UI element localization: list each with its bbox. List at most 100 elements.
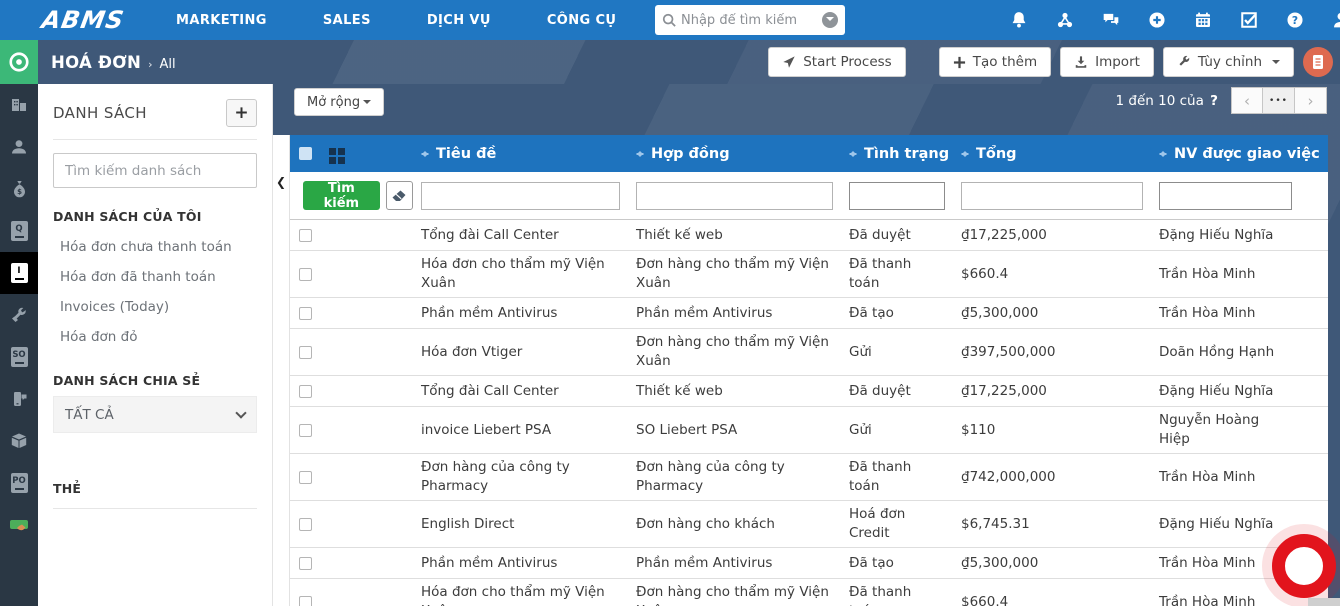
- rail-item-organizations[interactable]: [0, 84, 38, 126]
- module-app-tile[interactable]: [0, 40, 38, 84]
- list-item-invoices-today[interactable]: Invoices (Today): [53, 292, 257, 322]
- rail-item-sales-orders[interactable]: SO: [0, 336, 38, 378]
- row-checkbox[interactable]: [298, 556, 312, 570]
- rail-item-purchase-orders[interactable]: PO: [0, 462, 38, 504]
- cell-contract: Phần mềm Antivirus: [636, 304, 773, 321]
- menu-tools[interactable]: CÔNG CỤ: [547, 1, 617, 40]
- rail-item-services[interactable]: [0, 294, 38, 336]
- expand-dropdown-button[interactable]: Mở rộng: [294, 88, 385, 116]
- cell-contract: SO Liebert PSA: [636, 421, 738, 438]
- filter-input-status[interactable]: [849, 181, 945, 210]
- row-checkbox[interactable]: [298, 228, 312, 242]
- list-item-unpaid-invoices[interactable]: Hóa đơn chưa thanh toán: [53, 232, 257, 262]
- rail-item-deals[interactable]: [0, 504, 38, 546]
- add-list-button[interactable]: +: [226, 99, 257, 127]
- cell-assignee: Đặng Hiếu Nghĩa: [1159, 382, 1274, 399]
- rail-item-quotes[interactable]: Q: [0, 210, 38, 252]
- tags-heading: THẺ: [53, 481, 82, 496]
- cell-assignee: Trần Hòa Minh: [1159, 265, 1256, 282]
- prev-page-button[interactable]: ‹: [1231, 87, 1263, 114]
- global-search[interactable]: [655, 5, 845, 35]
- bell-icon[interactable]: [1010, 11, 1028, 29]
- list-item-red-invoices[interactable]: Hóa đơn đỏ: [53, 322, 257, 352]
- filter-input-total[interactable]: [961, 181, 1143, 210]
- column-header-assignee[interactable]: NV được giao việc: [1151, 146, 1340, 162]
- menu-marketing[interactable]: MARKETING: [176, 1, 267, 40]
- quick-create-icon[interactable]: [1148, 11, 1166, 29]
- start-process-button[interactable]: Start Process: [768, 47, 906, 77]
- breadcrumb-view[interactable]: All: [159, 57, 175, 72]
- row-checkbox[interactable]: [298, 267, 312, 281]
- more-pages-button[interactable]: •••: [1263, 87, 1295, 114]
- search-scope-caret-icon[interactable]: [822, 12, 838, 28]
- row-checkbox[interactable]: [298, 345, 312, 359]
- column-header-contract[interactable]: Hợp đồng: [628, 146, 841, 162]
- select-all-checkbox[interactable]: [298, 147, 312, 160]
- table-row[interactable]: Tổng đài Call Center Thiết kế web Đã duy…: [290, 376, 1328, 407]
- tasks-icon[interactable]: [1240, 11, 1258, 29]
- help-icon[interactable]: ?: [1286, 11, 1304, 29]
- row-checkbox[interactable]: [298, 306, 312, 320]
- row-checkbox[interactable]: [298, 517, 312, 531]
- rail-item-invoices[interactable]: I: [0, 252, 38, 294]
- table-row[interactable]: English Direct Đơn hàng cho khách Hoá đơ…: [290, 501, 1328, 548]
- table-row[interactable]: Phần mềm Antivirus Phần mềm Antivirus Đã…: [290, 548, 1328, 579]
- shared-lists-filter-dropdown[interactable]: TẤT CẢ: [53, 396, 257, 433]
- cell-total: ₫5,300,000: [961, 554, 1039, 571]
- module-rail: $ Q I SO PO: [0, 84, 38, 606]
- customize-button[interactable]: Tùy chỉnh: [1162, 47, 1294, 77]
- cell-contract: Phần mềm Antivirus: [636, 554, 773, 571]
- table-row[interactable]: Hóa đơn cho thẩm mỹ Viện Xuân Đơn hàng c…: [290, 579, 1328, 606]
- rail-item-sms-notifier[interactable]: [0, 378, 38, 420]
- filter-input-assignee[interactable]: [1159, 181, 1292, 210]
- building-icon: [12, 99, 26, 111]
- cell-contract: Đơn hàng cho thẩm mỹ Viện Xuân: [636, 334, 829, 369]
- create-button[interactable]: Tạo thêm: [938, 47, 1052, 77]
- row-checkbox[interactable]: [298, 470, 312, 484]
- filter-input-contract[interactable]: [636, 181, 833, 210]
- table-row[interactable]: Tổng đài Call Center Thiết kế web Đã duy…: [290, 220, 1328, 251]
- module-actions: Start Process Tạo thêm Import Tùy chỉnh: [768, 47, 1333, 77]
- menu-sales[interactable]: SALES: [323, 1, 371, 40]
- grid-view-icon[interactable]: [329, 148, 345, 164]
- row-checkbox[interactable]: [298, 423, 312, 437]
- money-bag-icon: $: [13, 181, 25, 198]
- user-icon[interactable]: [1332, 11, 1340, 29]
- shared-lists-heading: DANH SÁCH CHIA SẺ: [53, 373, 201, 388]
- collapse-sidebar-handle[interactable]: [273, 135, 290, 606]
- table-search-button[interactable]: Tìm kiếm: [303, 181, 380, 211]
- pagination-total-button[interactable]: ?: [1210, 93, 1218, 109]
- next-page-button[interactable]: ›: [1295, 87, 1327, 114]
- import-button[interactable]: Import: [1060, 47, 1154, 77]
- divider: [53, 508, 257, 509]
- global-search-input[interactable]: [681, 12, 822, 28]
- table-row[interactable]: invoice Liebert PSA SO Liebert PSA Gửi $…: [290, 407, 1328, 454]
- cell-contract: Thiết kế web: [636, 226, 723, 243]
- recycle-bin-button[interactable]: [1303, 47, 1333, 77]
- purchase-order-doc-icon: PO: [10, 473, 28, 493]
- table-row[interactable]: Phần mềm Antivirus Phần mềm Antivirus Đã…: [290, 298, 1328, 329]
- chat-widget-button[interactable]: [1272, 534, 1336, 598]
- table-row[interactable]: Hóa đơn cho thẩm mỹ Viện Xuân Đơn hàng c…: [290, 251, 1328, 298]
- column-header-title[interactable]: Tiêu đề: [413, 146, 628, 162]
- table-row[interactable]: Đơn hàng của công ty Pharmacy Đơn hàng c…: [290, 454, 1328, 501]
- row-checkbox[interactable]: [298, 384, 312, 398]
- table-row[interactable]: Hóa đơn Vtiger Đơn hàng cho thẩm mỹ Viện…: [290, 329, 1328, 376]
- column-header-total[interactable]: Tổng: [953, 146, 1151, 162]
- divider: [53, 139, 257, 140]
- sort-icon: [421, 147, 429, 161]
- clear-filters-button[interactable]: [385, 181, 413, 210]
- widget-tab: [1308, 598, 1340, 606]
- list-search-input[interactable]: [53, 153, 257, 188]
- share-nodes-icon[interactable]: [1056, 11, 1074, 29]
- list-item-paid-invoices[interactable]: Hóa đơn đã thanh toán: [53, 262, 257, 292]
- rail-item-contacts[interactable]: [0, 126, 38, 168]
- rail-item-products[interactable]: [0, 420, 38, 462]
- column-header-status[interactable]: Tình trạng: [841, 146, 953, 162]
- rail-item-potentials[interactable]: $: [0, 168, 38, 210]
- calendar-icon[interactable]: [1194, 11, 1212, 29]
- chat-icon[interactable]: [1102, 11, 1120, 29]
- filter-input-title[interactable]: [421, 181, 620, 210]
- menu-services[interactable]: DỊCH VỤ: [427, 1, 491, 40]
- row-checkbox[interactable]: [298, 595, 312, 606]
